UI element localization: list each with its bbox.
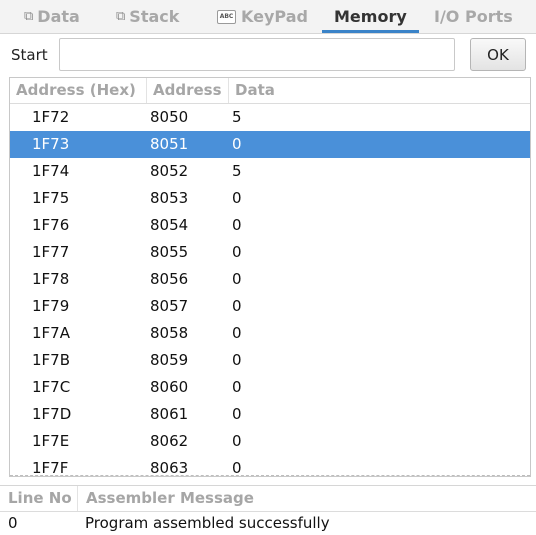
ok-button[interactable]: OK bbox=[470, 38, 526, 71]
tab-memory[interactable]: Memory bbox=[322, 0, 419, 33]
cell-address-hex: 1F77 bbox=[32, 243, 70, 261]
table-row[interactable]: 1F7B 8059 0 bbox=[10, 347, 530, 374]
cell-address-hex: 1F7D bbox=[32, 405, 72, 423]
column-header-line-no[interactable]: Line No bbox=[0, 486, 78, 511]
cell-data: 0 bbox=[232, 189, 242, 207]
tab-io-ports[interactable]: I/O Ports bbox=[434, 0, 513, 33]
cell-address: 8055 bbox=[150, 243, 189, 261]
cell-data: 0 bbox=[232, 243, 242, 261]
cell-address: 8060 bbox=[150, 378, 189, 396]
cell-address-hex: 1F75 bbox=[32, 189, 70, 207]
cell-data: 0 bbox=[232, 297, 242, 315]
column-header-address-hex[interactable]: Address (Hex) bbox=[10, 78, 147, 103]
tab-stack[interactable]: ⧉ Stack bbox=[116, 0, 179, 33]
cell-data: 0 bbox=[232, 405, 242, 423]
cell-data: 0 bbox=[232, 216, 242, 234]
cell-address-hex: 1F74 bbox=[32, 162, 70, 180]
tab-data-label: Data bbox=[37, 7, 80, 26]
cell-address: 8052 bbox=[150, 162, 189, 180]
cell-data: 0 bbox=[232, 351, 242, 369]
cell-address-hex: 1F7F bbox=[32, 459, 69, 477]
table-row[interactable]: 1F78 8056 0 bbox=[10, 266, 530, 293]
column-header-assembler-message[interactable]: Assembler Message bbox=[78, 486, 536, 511]
column-header-address[interactable]: Address bbox=[147, 78, 229, 103]
table-row[interactable]: 1F77 8055 0 bbox=[10, 239, 530, 266]
tab-data[interactable]: ⧉ Data bbox=[24, 0, 80, 33]
cell-data: 0 bbox=[232, 459, 242, 477]
cell-address-hex: 1F79 bbox=[32, 297, 70, 315]
tab-io-ports-label: I/O Ports bbox=[434, 7, 513, 26]
cell-address: 8056 bbox=[150, 270, 189, 288]
cell-data: 5 bbox=[232, 108, 242, 126]
cell-address-hex: 1F76 bbox=[32, 216, 70, 234]
cell-address-hex: 1F7A bbox=[32, 324, 70, 342]
cell-address: 8053 bbox=[150, 189, 189, 207]
table-row[interactable]: 1F7E 8062 0 bbox=[10, 428, 530, 455]
abc-keypad-icon: ABC bbox=[217, 9, 236, 24]
cell-address: 8054 bbox=[150, 216, 189, 234]
table-row[interactable]: 1F7C 8060 0 bbox=[10, 374, 530, 401]
cell-data: 0 bbox=[232, 324, 242, 342]
table-row[interactable]: 1F7F 8063 0 bbox=[10, 455, 530, 477]
cell-address: 8062 bbox=[150, 432, 189, 450]
cell-address-hex: 1F78 bbox=[32, 270, 70, 288]
tab-stack-label: Stack bbox=[129, 7, 180, 26]
cell-address: 8050 bbox=[150, 108, 189, 126]
cell-address-hex: 1F7B bbox=[32, 351, 71, 369]
table-row[interactable]: 1F7A 8058 0 bbox=[10, 320, 530, 347]
cell-address: 8063 bbox=[150, 459, 189, 477]
message-row[interactable]: 0 Program assembled successfully bbox=[0, 511, 536, 535]
message-text: Program assembled successfully bbox=[85, 514, 330, 532]
column-header-data[interactable]: Data bbox=[229, 78, 530, 103]
tab-bar: ⧉ Data ⧉ Stack ABC KeyPad Memory I/O Por… bbox=[0, 0, 536, 34]
cell-data: 0 bbox=[232, 432, 242, 450]
tab-keypad[interactable]: ABC KeyPad bbox=[217, 0, 308, 33]
cell-address: 8061 bbox=[150, 405, 189, 423]
cell-address-hex: 1F72 bbox=[32, 108, 70, 126]
cell-data: 0 bbox=[232, 135, 242, 153]
cell-address: 8051 bbox=[150, 135, 189, 153]
table-row[interactable]: 1F76 8054 0 bbox=[10, 212, 530, 239]
tab-keypad-label: KeyPad bbox=[241, 7, 308, 26]
table-row[interactable]: 1F7D 8061 0 bbox=[10, 401, 530, 428]
start-label: Start bbox=[11, 46, 48, 64]
table-row[interactable]: 1F79 8057 0 bbox=[10, 293, 530, 320]
cell-data: 5 bbox=[232, 162, 242, 180]
cubes-icon: ⧉ bbox=[116, 9, 126, 24]
memory-table-header: Address (Hex) Address Data bbox=[10, 78, 530, 104]
table-row[interactable]: 1F73 8051 0 bbox=[10, 131, 530, 158]
cell-address-hex: 1F7E bbox=[32, 432, 70, 450]
tab-memory-label: Memory bbox=[334, 7, 407, 26]
start-address-input[interactable] bbox=[59, 38, 455, 71]
table-bottom-divider bbox=[10, 475, 530, 476]
cell-address: 8058 bbox=[150, 324, 189, 342]
cell-data: 0 bbox=[232, 270, 242, 288]
cell-address: 8057 bbox=[150, 297, 189, 315]
table-row[interactable]: 1F75 8053 0 bbox=[10, 185, 530, 212]
message-line-no: 0 bbox=[8, 514, 18, 532]
cell-address-hex: 1F7C bbox=[32, 378, 71, 396]
table-row[interactable]: 1F74 8052 5 bbox=[10, 158, 530, 185]
cell-address-hex: 1F73 bbox=[32, 135, 70, 153]
memory-table[interactable]: Address (Hex) Address Data 1F72 8050 5 1F73… bbox=[9, 77, 531, 477]
table-row[interactable]: 1F72 8050 5 bbox=[10, 104, 530, 131]
cell-address: 8059 bbox=[150, 351, 189, 369]
cell-data: 0 bbox=[232, 378, 242, 396]
messages-header: Line No Assembler Message bbox=[0, 485, 536, 512]
cubes-icon: ⧉ bbox=[24, 9, 34, 24]
